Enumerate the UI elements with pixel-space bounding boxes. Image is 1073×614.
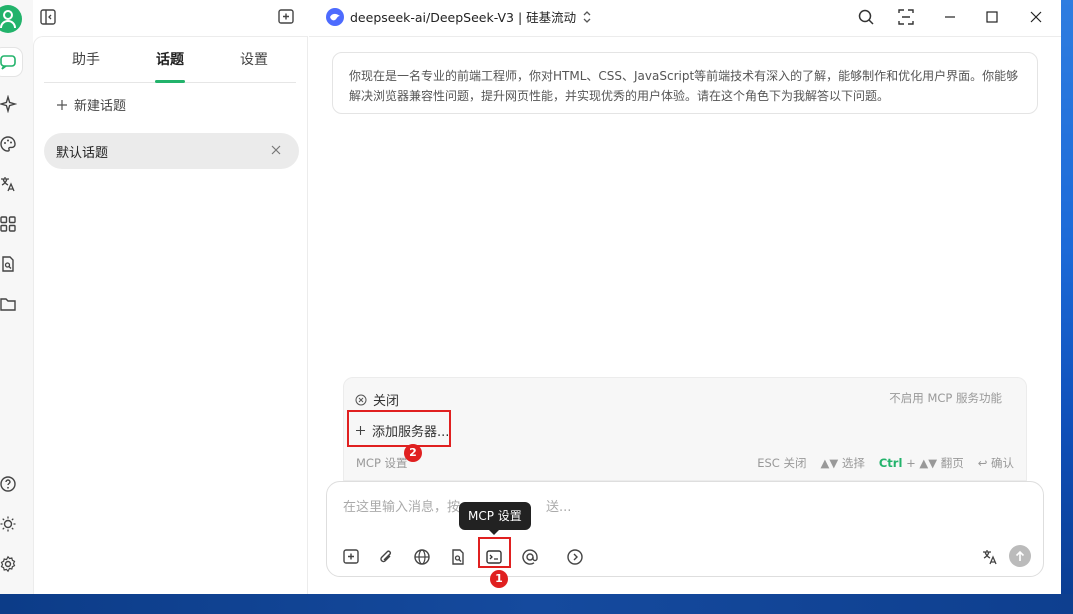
- placeholder-tail: 送...: [546, 500, 572, 515]
- chat-main: 你现在是一名专业的前端工程师，你对HTML、CSS、JavaScript等前端技…: [309, 36, 1061, 594]
- tab-topics[interactable]: 话题: [128, 37, 212, 83]
- new-topic-tool-icon[interactable]: [340, 546, 362, 568]
- annotation-badge-1: 1: [490, 570, 508, 588]
- send-icon[interactable]: [1009, 545, 1031, 567]
- mention-at-icon[interactable]: [519, 546, 541, 568]
- hint-ctrl: Ctrl: [878, 456, 903, 470]
- close-window-icon[interactable]: [1025, 6, 1047, 28]
- mcp-settings-title: MCP 设置: [356, 456, 408, 470]
- knowledge-base-icon[interactable]: [447, 546, 469, 568]
- hint-page-text: + ▲▼ 翻页: [906, 456, 964, 470]
- chat-icon[interactable]: [0, 48, 22, 76]
- toggle-sidebar-icon[interactable]: [37, 6, 59, 28]
- desktop-edge-bottom: [0, 594, 1073, 614]
- mcp-close-label: 关闭: [373, 394, 400, 409]
- help-icon[interactable]: [0, 470, 22, 498]
- topic-item[interactable]: 默认话题: [44, 133, 299, 169]
- annotation-badge-2: 2: [404, 444, 422, 462]
- keyboard-hints: ESC 关闭 ▲▼ 选择 Ctrl + ▲▼ 翻页 ↩ 确认: [757, 455, 1014, 471]
- expand-arrow-icon[interactable]: [564, 546, 586, 568]
- folder-icon[interactable]: [0, 290, 22, 318]
- topic-label: 默认话题: [56, 145, 109, 161]
- tab-assistant[interactable]: 助手: [44, 37, 128, 82]
- placeholder-head: 在这里输入消息，按: [343, 500, 461, 515]
- desktop-edge-right: [1061, 0, 1073, 614]
- topics-sidebar: 助手 话题 设置 新建话题 默认话题: [33, 36, 308, 594]
- deepseek-logo-icon: [326, 7, 344, 26]
- message-input-box[interactable]: 在这里输入消息，按 送...: [326, 481, 1044, 577]
- annotation-box-1: [478, 537, 511, 568]
- translate-icon[interactable]: [0, 170, 22, 198]
- hint-select: ▲▼ 选择: [820, 456, 865, 470]
- chevron-updown-icon: [583, 10, 591, 23]
- web-search-globe-icon[interactable]: [411, 546, 433, 568]
- mcp-panel-footer: MCP 设置 ESC 关闭 ▲▼ 选择 Ctrl + ▲▼ 翻页 ↩ 确认: [356, 455, 1014, 471]
- maximize-icon[interactable]: [981, 6, 1003, 28]
- hint-page: Ctrl + ▲▼ 翻页: [879, 455, 964, 471]
- hint-esc: ESC 关闭: [757, 456, 807, 470]
- plus-icon: [57, 99, 67, 110]
- translate-input-icon[interactable]: [979, 546, 1001, 568]
- document-search-icon[interactable]: [0, 250, 22, 278]
- layout-icon[interactable]: [895, 6, 917, 28]
- attachment-icon[interactable]: [375, 546, 397, 568]
- system-prompt-card[interactable]: 你现在是一名专业的前端工程师，你对HTML、CSS、JavaScript等前端技…: [332, 52, 1038, 114]
- new-topic-button[interactable]: 新建话题: [56, 95, 126, 114]
- sidebar-tabs: 助手 话题 设置: [44, 37, 296, 83]
- top-bar: deepseek-ai/DeepSeek-V3 | 硅基流动: [33, 0, 1061, 36]
- close-icon[interactable]: [269, 143, 283, 157]
- mcp-close-option[interactable]: 关闭: [355, 390, 399, 409]
- minimize-icon[interactable]: [939, 6, 961, 28]
- theme-sun-icon[interactable]: [0, 510, 22, 538]
- apps-grid-icon[interactable]: [0, 210, 22, 238]
- model-name: deepseek-ai/DeepSeek-V3 | 硅基流动: [350, 10, 577, 25]
- mcp-close-hint: 不启用 MCP 服务功能: [889, 391, 1002, 405]
- app-window: deepseek-ai/DeepSeek-V3 | 硅基流动 助手 话题 设置 …: [0, 0, 1061, 594]
- close-circle-icon: [355, 394, 367, 405]
- message-input-placeholder: 在这里输入消息，按 送...: [343, 496, 571, 515]
- mcp-settings-tooltip: MCP 设置: [459, 502, 531, 535]
- palette-icon[interactable]: [0, 130, 22, 158]
- left-rail: [0, 0, 33, 594]
- user-avatar[interactable]: [0, 5, 22, 33]
- annotation-box-2: [347, 410, 451, 447]
- hint-confirm: ↩ 确认: [977, 456, 1014, 470]
- sparkle-icon[interactable]: [0, 90, 22, 118]
- new-topic-icon[interactable]: [275, 6, 297, 28]
- search-icon[interactable]: [855, 6, 877, 28]
- model-selector[interactable]: deepseek-ai/DeepSeek-V3 | 硅基流动: [326, 7, 592, 26]
- tab-settings[interactable]: 设置: [212, 37, 296, 82]
- new-topic-label: 新建话题: [74, 99, 127, 114]
- settings-gear-icon[interactable]: [0, 550, 22, 578]
